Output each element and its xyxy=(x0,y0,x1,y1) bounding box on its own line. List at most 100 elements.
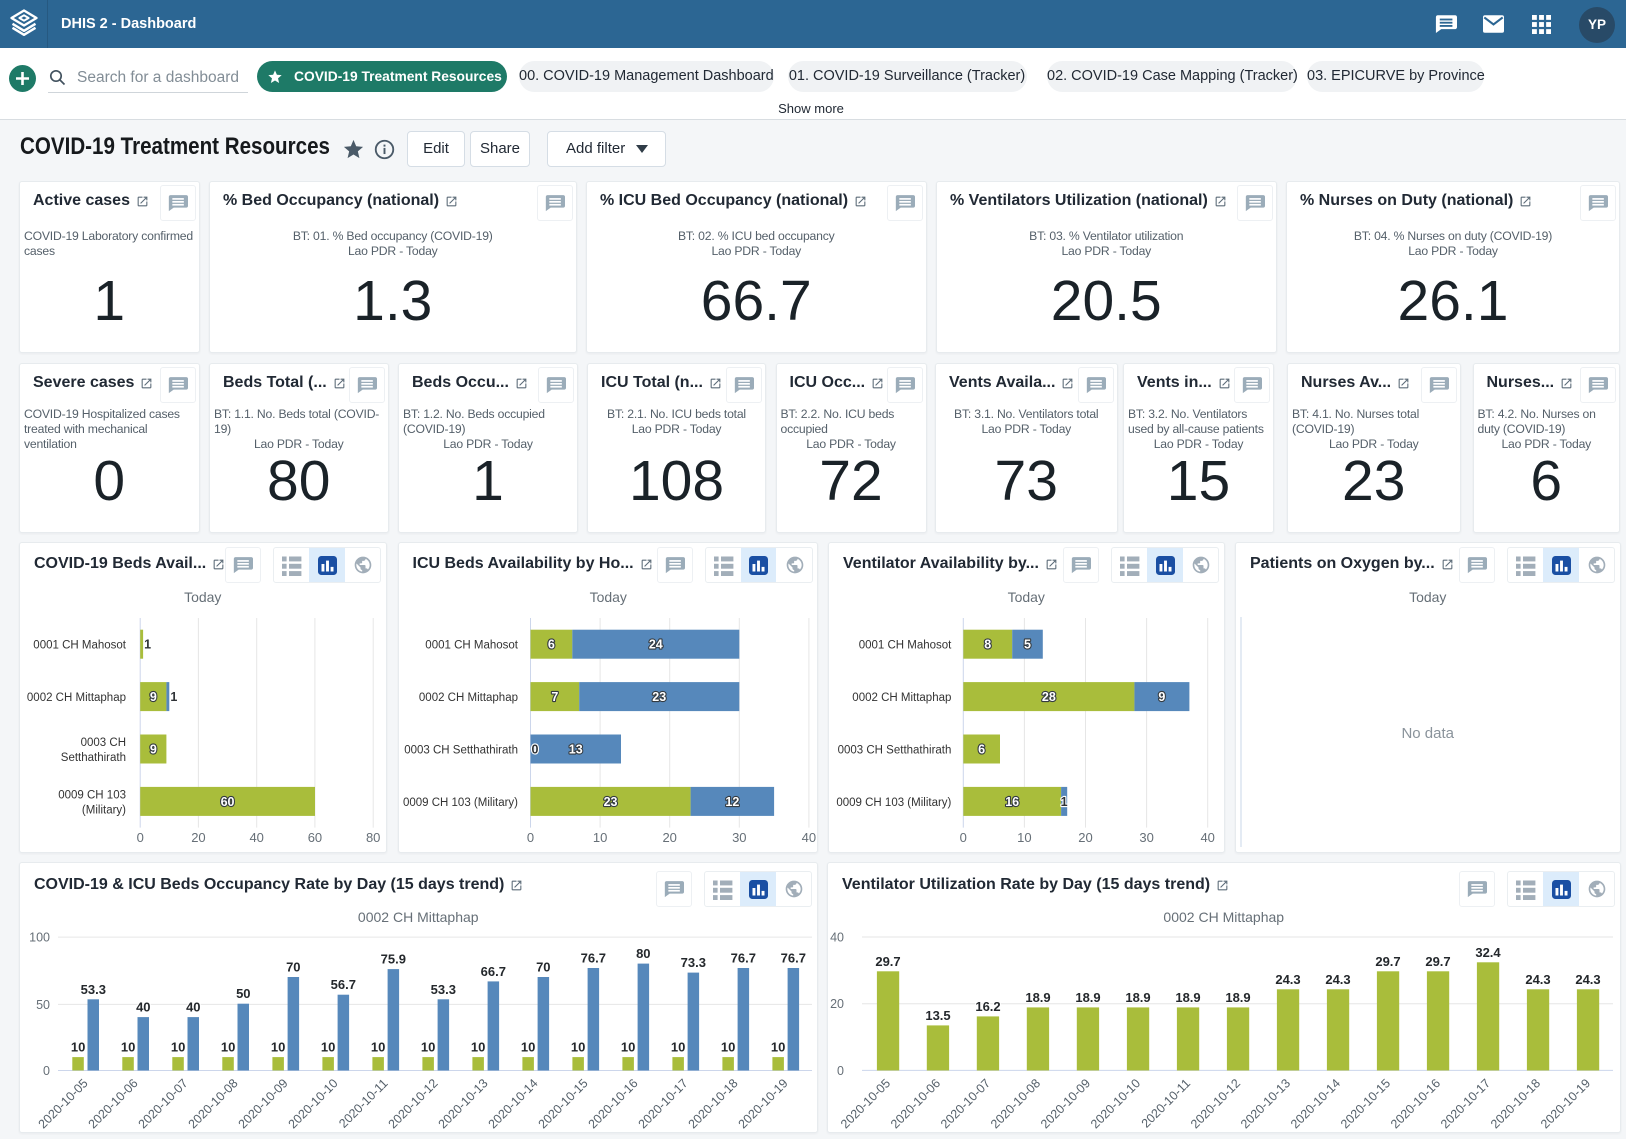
svg-text:Today: Today xyxy=(1409,589,1446,605)
svg-text:2020-10-12: 2020-10-12 xyxy=(1188,1076,1243,1131)
svg-text:29.7: 29.7 xyxy=(1375,954,1400,969)
svg-text:0003 CH Setthathirath: 0003 CH Setthathirath xyxy=(838,745,952,757)
svg-text:7: 7 xyxy=(551,690,558,704)
svg-text:18.9: 18.9 xyxy=(1025,990,1050,1005)
svg-text:0009 CH 103 (Military): 0009 CH 103 (Military) xyxy=(402,797,517,809)
svg-text:29.7: 29.7 xyxy=(875,954,900,969)
svg-text:10: 10 xyxy=(592,830,606,845)
svg-text:10: 10 xyxy=(121,1040,135,1055)
svg-text:10: 10 xyxy=(571,1040,585,1055)
svg-text:20: 20 xyxy=(1078,830,1092,845)
svg-text:60: 60 xyxy=(221,795,235,809)
svg-text:2020-10-08: 2020-10-08 xyxy=(988,1076,1043,1131)
svg-text:13: 13 xyxy=(568,743,582,757)
svg-text:24.3: 24.3 xyxy=(1525,972,1550,987)
svg-text:13.5: 13.5 xyxy=(925,1008,950,1023)
svg-text:29.7: 29.7 xyxy=(1425,954,1450,969)
svg-text:2020-10-15: 2020-10-15 xyxy=(536,1076,591,1131)
svg-text:28: 28 xyxy=(1042,690,1056,704)
svg-text:(Military): (Military) xyxy=(82,804,126,816)
svg-text:0003 CH Setthathirath: 0003 CH Setthathirath xyxy=(404,745,518,757)
svg-text:10: 10 xyxy=(421,1040,435,1055)
svg-text:24.3: 24.3 xyxy=(1325,972,1350,987)
svg-text:0: 0 xyxy=(837,1064,844,1078)
svg-text:70: 70 xyxy=(286,959,300,974)
svg-text:0002 CH Mittaphap: 0002 CH Mittaphap xyxy=(358,909,479,925)
svg-text:2020-10-10: 2020-10-10 xyxy=(286,1076,341,1131)
svg-text:73.3: 73.3 xyxy=(681,955,706,970)
svg-text:66.7: 66.7 xyxy=(481,964,506,979)
svg-text:100: 100 xyxy=(29,931,50,945)
svg-text:0001 CH Mahosot: 0001 CH Mahosot xyxy=(425,640,518,652)
svg-text:40: 40 xyxy=(186,1000,200,1015)
svg-text:2020-10-17: 2020-10-17 xyxy=(1438,1076,1493,1131)
svg-text:76.7: 76.7 xyxy=(731,951,756,966)
svg-text:0002 CH Mittaphap: 0002 CH Mittaphap xyxy=(27,692,126,704)
svg-text:Today: Today xyxy=(184,589,221,605)
svg-text:0: 0 xyxy=(137,830,144,845)
svg-text:2020-10-18: 2020-10-18 xyxy=(1488,1076,1543,1131)
svg-text:0003 CH: 0003 CH xyxy=(81,737,126,749)
svg-text:10: 10 xyxy=(1017,830,1031,845)
svg-text:10: 10 xyxy=(371,1040,385,1055)
svg-text:6: 6 xyxy=(978,743,985,757)
svg-text:40: 40 xyxy=(830,931,844,945)
svg-text:6: 6 xyxy=(547,638,554,652)
svg-text:2020-10-15: 2020-10-15 xyxy=(1338,1076,1393,1131)
svg-text:9: 9 xyxy=(150,743,157,757)
svg-text:32.4: 32.4 xyxy=(1475,945,1501,960)
svg-text:Setthathirath: Setthathirath xyxy=(61,752,126,764)
svg-text:2020-10-11: 2020-10-11 xyxy=(1139,1076,1193,1130)
svg-text:18.9: 18.9 xyxy=(1075,990,1100,1005)
svg-text:2020-10-09: 2020-10-09 xyxy=(236,1076,291,1131)
svg-text:75.9: 75.9 xyxy=(381,952,406,967)
svg-text:60: 60 xyxy=(308,830,322,845)
svg-text:2020-10-09: 2020-10-09 xyxy=(1038,1076,1093,1131)
svg-text:10: 10 xyxy=(71,1040,85,1055)
svg-text:12: 12 xyxy=(725,795,739,809)
svg-text:1: 1 xyxy=(1061,795,1068,809)
svg-text:40: 40 xyxy=(136,1000,150,1015)
svg-text:24.3: 24.3 xyxy=(1575,972,1600,987)
svg-text:0: 0 xyxy=(526,830,533,845)
svg-text:8: 8 xyxy=(984,638,991,652)
svg-text:1: 1 xyxy=(144,638,151,652)
svg-text:16: 16 xyxy=(1005,795,1019,809)
svg-text:20: 20 xyxy=(191,830,205,845)
svg-text:0002 CH Mittaphap: 0002 CH Mittaphap xyxy=(1163,909,1284,925)
svg-text:80: 80 xyxy=(636,946,650,961)
svg-text:53.3: 53.3 xyxy=(431,982,456,997)
svg-text:16.2: 16.2 xyxy=(975,999,1000,1014)
svg-text:10: 10 xyxy=(721,1040,735,1055)
svg-text:0002 CH Mittaphap: 0002 CH Mittaphap xyxy=(418,692,517,704)
svg-text:0009 CH 103 (Military): 0009 CH 103 (Military) xyxy=(836,797,951,809)
svg-text:23: 23 xyxy=(603,795,617,809)
svg-text:50: 50 xyxy=(36,998,50,1012)
svg-text:2020-10-16: 2020-10-16 xyxy=(1388,1076,1443,1131)
svg-text:10: 10 xyxy=(771,1040,785,1055)
svg-text:2020-10-12: 2020-10-12 xyxy=(386,1076,441,1131)
svg-text:24.3: 24.3 xyxy=(1275,972,1300,987)
svg-text:10: 10 xyxy=(221,1040,235,1055)
svg-text:40: 40 xyxy=(249,830,263,845)
svg-text:20: 20 xyxy=(830,997,844,1011)
svg-text:0: 0 xyxy=(960,830,967,845)
svg-text:2020-10-05: 2020-10-05 xyxy=(36,1076,91,1131)
svg-text:2020-10-19: 2020-10-19 xyxy=(1538,1076,1593,1131)
svg-text:80: 80 xyxy=(366,830,380,845)
svg-text:2020-10-07: 2020-10-07 xyxy=(136,1076,191,1131)
svg-text:76.7: 76.7 xyxy=(581,951,606,966)
svg-text:10: 10 xyxy=(621,1040,635,1055)
svg-text:5: 5 xyxy=(1024,638,1031,652)
svg-text:2020-10-17: 2020-10-17 xyxy=(636,1076,691,1131)
svg-text:2020-10-13: 2020-10-13 xyxy=(1238,1076,1293,1131)
svg-text:30: 30 xyxy=(1139,830,1153,845)
svg-text:40: 40 xyxy=(801,830,815,845)
svg-text:56.7: 56.7 xyxy=(331,977,356,992)
svg-text:0001 CH Mahosot: 0001 CH Mahosot xyxy=(33,640,126,652)
svg-text:2020-10-19: 2020-10-19 xyxy=(736,1076,791,1131)
svg-text:10: 10 xyxy=(471,1040,485,1055)
svg-text:53.3: 53.3 xyxy=(81,982,106,997)
svg-text:2020-10-08: 2020-10-08 xyxy=(186,1076,241,1131)
svg-text:18.9: 18.9 xyxy=(1175,990,1200,1005)
